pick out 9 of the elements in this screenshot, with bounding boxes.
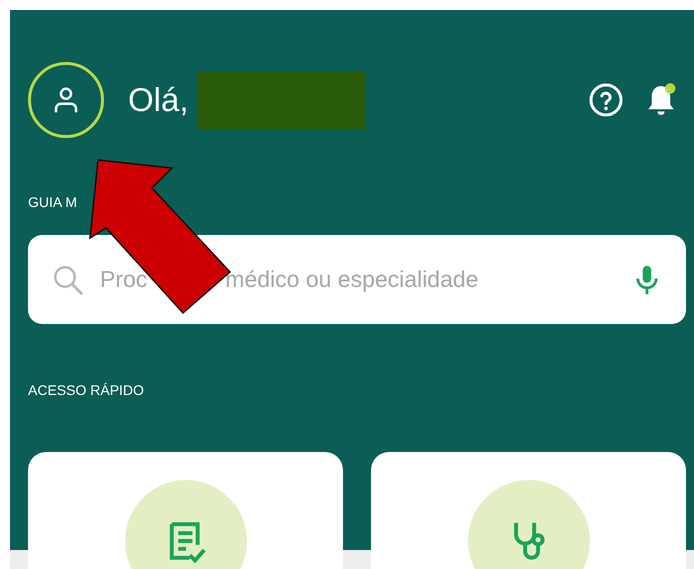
greeting-text: Olá, (128, 81, 189, 119)
profile-button[interactable] (28, 62, 104, 138)
search-placeholder: médico ou especialidade (225, 266, 478, 293)
section-title: GUIA M (28, 193, 78, 212)
notification-bell-icon[interactable] (646, 82, 676, 118)
search-placeholder: Proc (100, 266, 148, 293)
section-title: ACESSO RÁPIDO (28, 381, 145, 400)
help-icon[interactable] (588, 82, 624, 118)
search-field[interactable]: Proc médico ou especialidade (28, 235, 686, 324)
